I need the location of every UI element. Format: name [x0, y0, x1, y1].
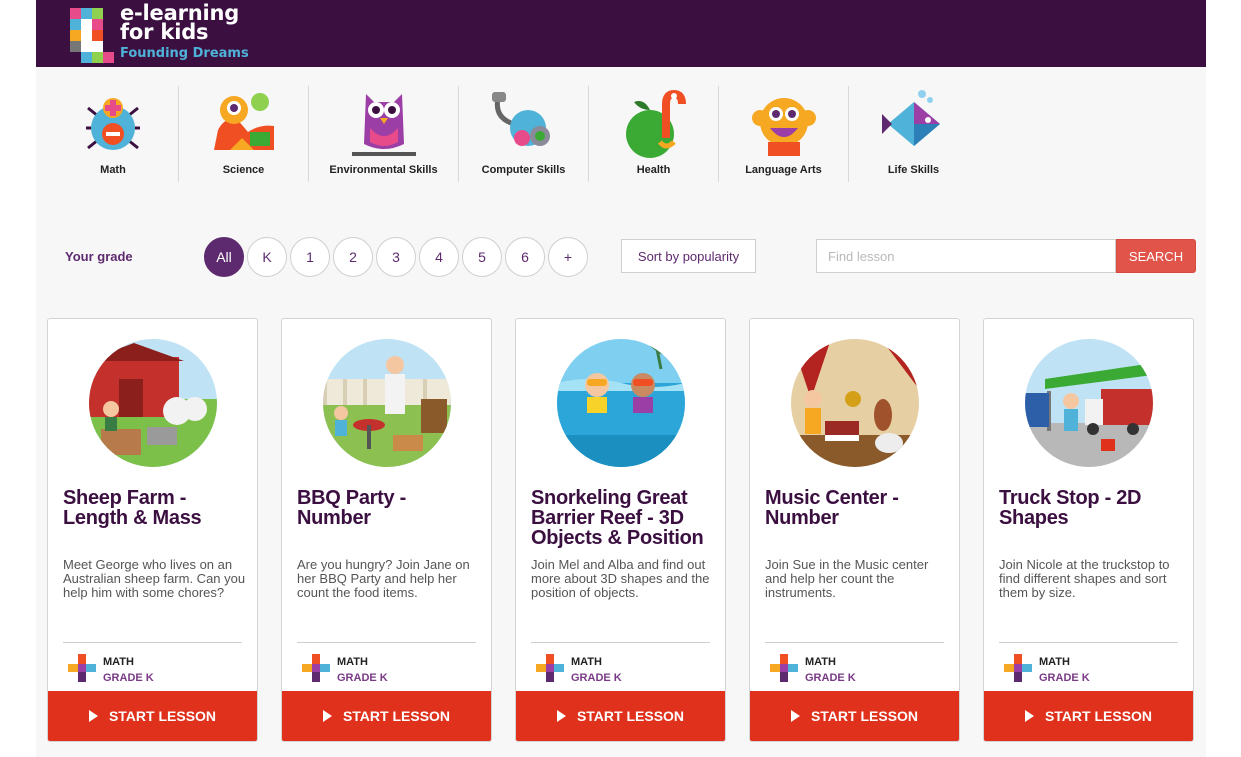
- computer-mouse-icon: [491, 92, 550, 146]
- play-icon: [1024, 710, 1034, 722]
- lesson-grade: GRADE K: [103, 672, 154, 684]
- subject-math[interactable]: Math: [48, 86, 178, 182]
- grade-button-3[interactable]: 3: [376, 237, 416, 277]
- grade-button-4[interactable]: 4: [419, 237, 459, 277]
- subject-science[interactable]: Science: [178, 86, 308, 182]
- lesson-grade: GRADE K: [805, 672, 856, 684]
- science-chameleon-icon: [213, 93, 274, 150]
- lesson-grade: GRADE K: [571, 672, 622, 684]
- page: e-learning for kids Founding Dreams Math: [36, 0, 1206, 757]
- lesson-title[interactable]: Sheep Farm - Length & Mass: [63, 488, 248, 528]
- play-icon: [556, 710, 566, 722]
- grade-button-5[interactable]: 5: [462, 237, 502, 277]
- search-input[interactable]: [816, 239, 1116, 273]
- start-lesson-button[interactable]: START LESSON: [282, 691, 491, 741]
- lesson-description: Join Nicole at the truckstop to find dif…: [999, 557, 1170, 600]
- subject-label: Life Skills: [887, 164, 940, 176]
- grade-label: Your grade: [65, 249, 133, 264]
- lesson-grid: Sheep Farm - Length & Mass Meet George w…: [47, 318, 1194, 742]
- subject-label: Computer Skills: [481, 164, 566, 176]
- brand-title: e-learning for kids: [120, 3, 239, 44]
- life-skills-fish-icon: [881, 90, 940, 146]
- grade-button-6[interactable]: 6: [505, 237, 545, 277]
- lesson-title[interactable]: Truck Stop - 2D Shapes: [999, 488, 1184, 528]
- lesson-card: Snorkeling Great Barrier Reef - 3D Objec…: [515, 318, 726, 742]
- grade-button-1[interactable]: 1: [290, 237, 330, 277]
- lesson-card: Music Center - Number Join Sue in the Mu…: [749, 318, 960, 742]
- start-lesson-button[interactable]: START LESSON: [516, 691, 725, 741]
- site-header: e-learning for kids Founding Dreams: [36, 0, 1206, 67]
- lesson-grade: GRADE K: [1039, 672, 1090, 684]
- start-lesson-label: START LESSON: [1044, 708, 1153, 724]
- subject-computer-skills[interactable]: Computer Skills: [458, 86, 588, 182]
- subject-environmental-skills[interactable]: Environmental Skills: [308, 86, 458, 182]
- bbq-party-image[interactable]: [323, 339, 451, 467]
- subject-language-arts[interactable]: Language Arts: [718, 86, 848, 182]
- start-lesson-label: START LESSON: [342, 708, 451, 724]
- environmental-owl-icon: [351, 94, 416, 156]
- play-icon: [88, 710, 98, 722]
- play-icon: [790, 710, 800, 722]
- subject-life-skills[interactable]: Life Skills: [848, 86, 978, 182]
- subject-label: Language Arts: [745, 164, 822, 176]
- sort-button[interactable]: Sort by popularity: [621, 239, 756, 273]
- start-lesson-label: START LESSON: [576, 708, 685, 724]
- subject-label: Math: [100, 164, 126, 176]
- math-subject-icon: [302, 654, 330, 682]
- lesson-subject: MATH: [1039, 656, 1070, 668]
- start-lesson-button[interactable]: START LESSON: [984, 691, 1193, 741]
- subject-label: Environmental Skills: [329, 164, 438, 176]
- math-subject-icon: [770, 654, 798, 682]
- lesson-card: Truck Stop - 2D Shapes Join Nicole at th…: [983, 318, 1194, 742]
- lesson-title[interactable]: Music Center - Number: [765, 488, 950, 528]
- lesson-subject: MATH: [805, 656, 836, 668]
- lesson-subject: MATH: [571, 656, 602, 668]
- card-divider: [531, 642, 710, 643]
- subject-label: Science: [222, 164, 265, 176]
- grade-filter: All K 1 2 3 4 5 6 +: [204, 237, 588, 277]
- card-divider: [765, 642, 944, 643]
- math-spider-icon: [86, 98, 140, 150]
- start-lesson-button[interactable]: START LESSON: [750, 691, 959, 741]
- lesson-grade: GRADE K: [337, 672, 388, 684]
- start-lesson-button[interactable]: START LESSON: [48, 691, 257, 741]
- subject-nav: Math Science Environmental Skills Comput…: [48, 86, 978, 182]
- lesson-card: BBQ Party - Number Are you hungry? Join …: [281, 318, 492, 742]
- lesson-description: Are you hungry? Join Jane on her BBQ Par…: [297, 557, 470, 600]
- language-monkey-icon: [751, 98, 816, 156]
- brand-title-line2: for kids: [120, 20, 209, 44]
- lesson-description: Meet George who lives on an Australian s…: [63, 557, 246, 600]
- logo-mark-icon: [70, 8, 114, 63]
- truck-stop-image[interactable]: [1025, 339, 1153, 467]
- card-divider: [297, 642, 476, 643]
- lesson-subject: MATH: [337, 656, 368, 668]
- search-button[interactable]: SEARCH: [1116, 239, 1196, 273]
- lesson-description: Join Mel and Alba and find out more abou…: [531, 557, 710, 600]
- card-divider: [63, 642, 242, 643]
- card-divider: [999, 642, 1178, 643]
- play-icon: [322, 710, 332, 722]
- snorkeling-reef-image[interactable]: [557, 339, 685, 467]
- lesson-title[interactable]: BBQ Party - Number: [297, 488, 482, 528]
- health-apple-worm-icon: [625, 89, 686, 158]
- grade-button-k[interactable]: K: [247, 237, 287, 277]
- brand-tagline: Founding Dreams: [120, 46, 249, 61]
- grade-button-all[interactable]: All: [204, 237, 244, 277]
- sheep-farm-image[interactable]: [89, 339, 217, 467]
- brand-logo[interactable]: e-learning for kids Founding Dreams: [70, 3, 250, 64]
- music-center-image[interactable]: [791, 339, 919, 467]
- grade-button-2[interactable]: 2: [333, 237, 373, 277]
- lesson-card: Sheep Farm - Length & Mass Meet George w…: [47, 318, 258, 742]
- lesson-description: Join Sue in the Music center and help he…: [765, 557, 929, 600]
- math-subject-icon: [536, 654, 564, 682]
- math-subject-icon: [68, 654, 96, 682]
- lesson-subject: MATH: [103, 656, 134, 668]
- start-lesson-label: START LESSON: [810, 708, 919, 724]
- lesson-title[interactable]: Snorkeling Great Barrier Reef - 3D Objec…: [531, 488, 716, 548]
- grade-button-plus[interactable]: +: [548, 237, 588, 277]
- subject-label: Health: [636, 164, 671, 176]
- subject-health[interactable]: Health: [588, 86, 718, 182]
- start-lesson-label: START LESSON: [108, 708, 217, 724]
- math-subject-icon: [1004, 654, 1032, 682]
